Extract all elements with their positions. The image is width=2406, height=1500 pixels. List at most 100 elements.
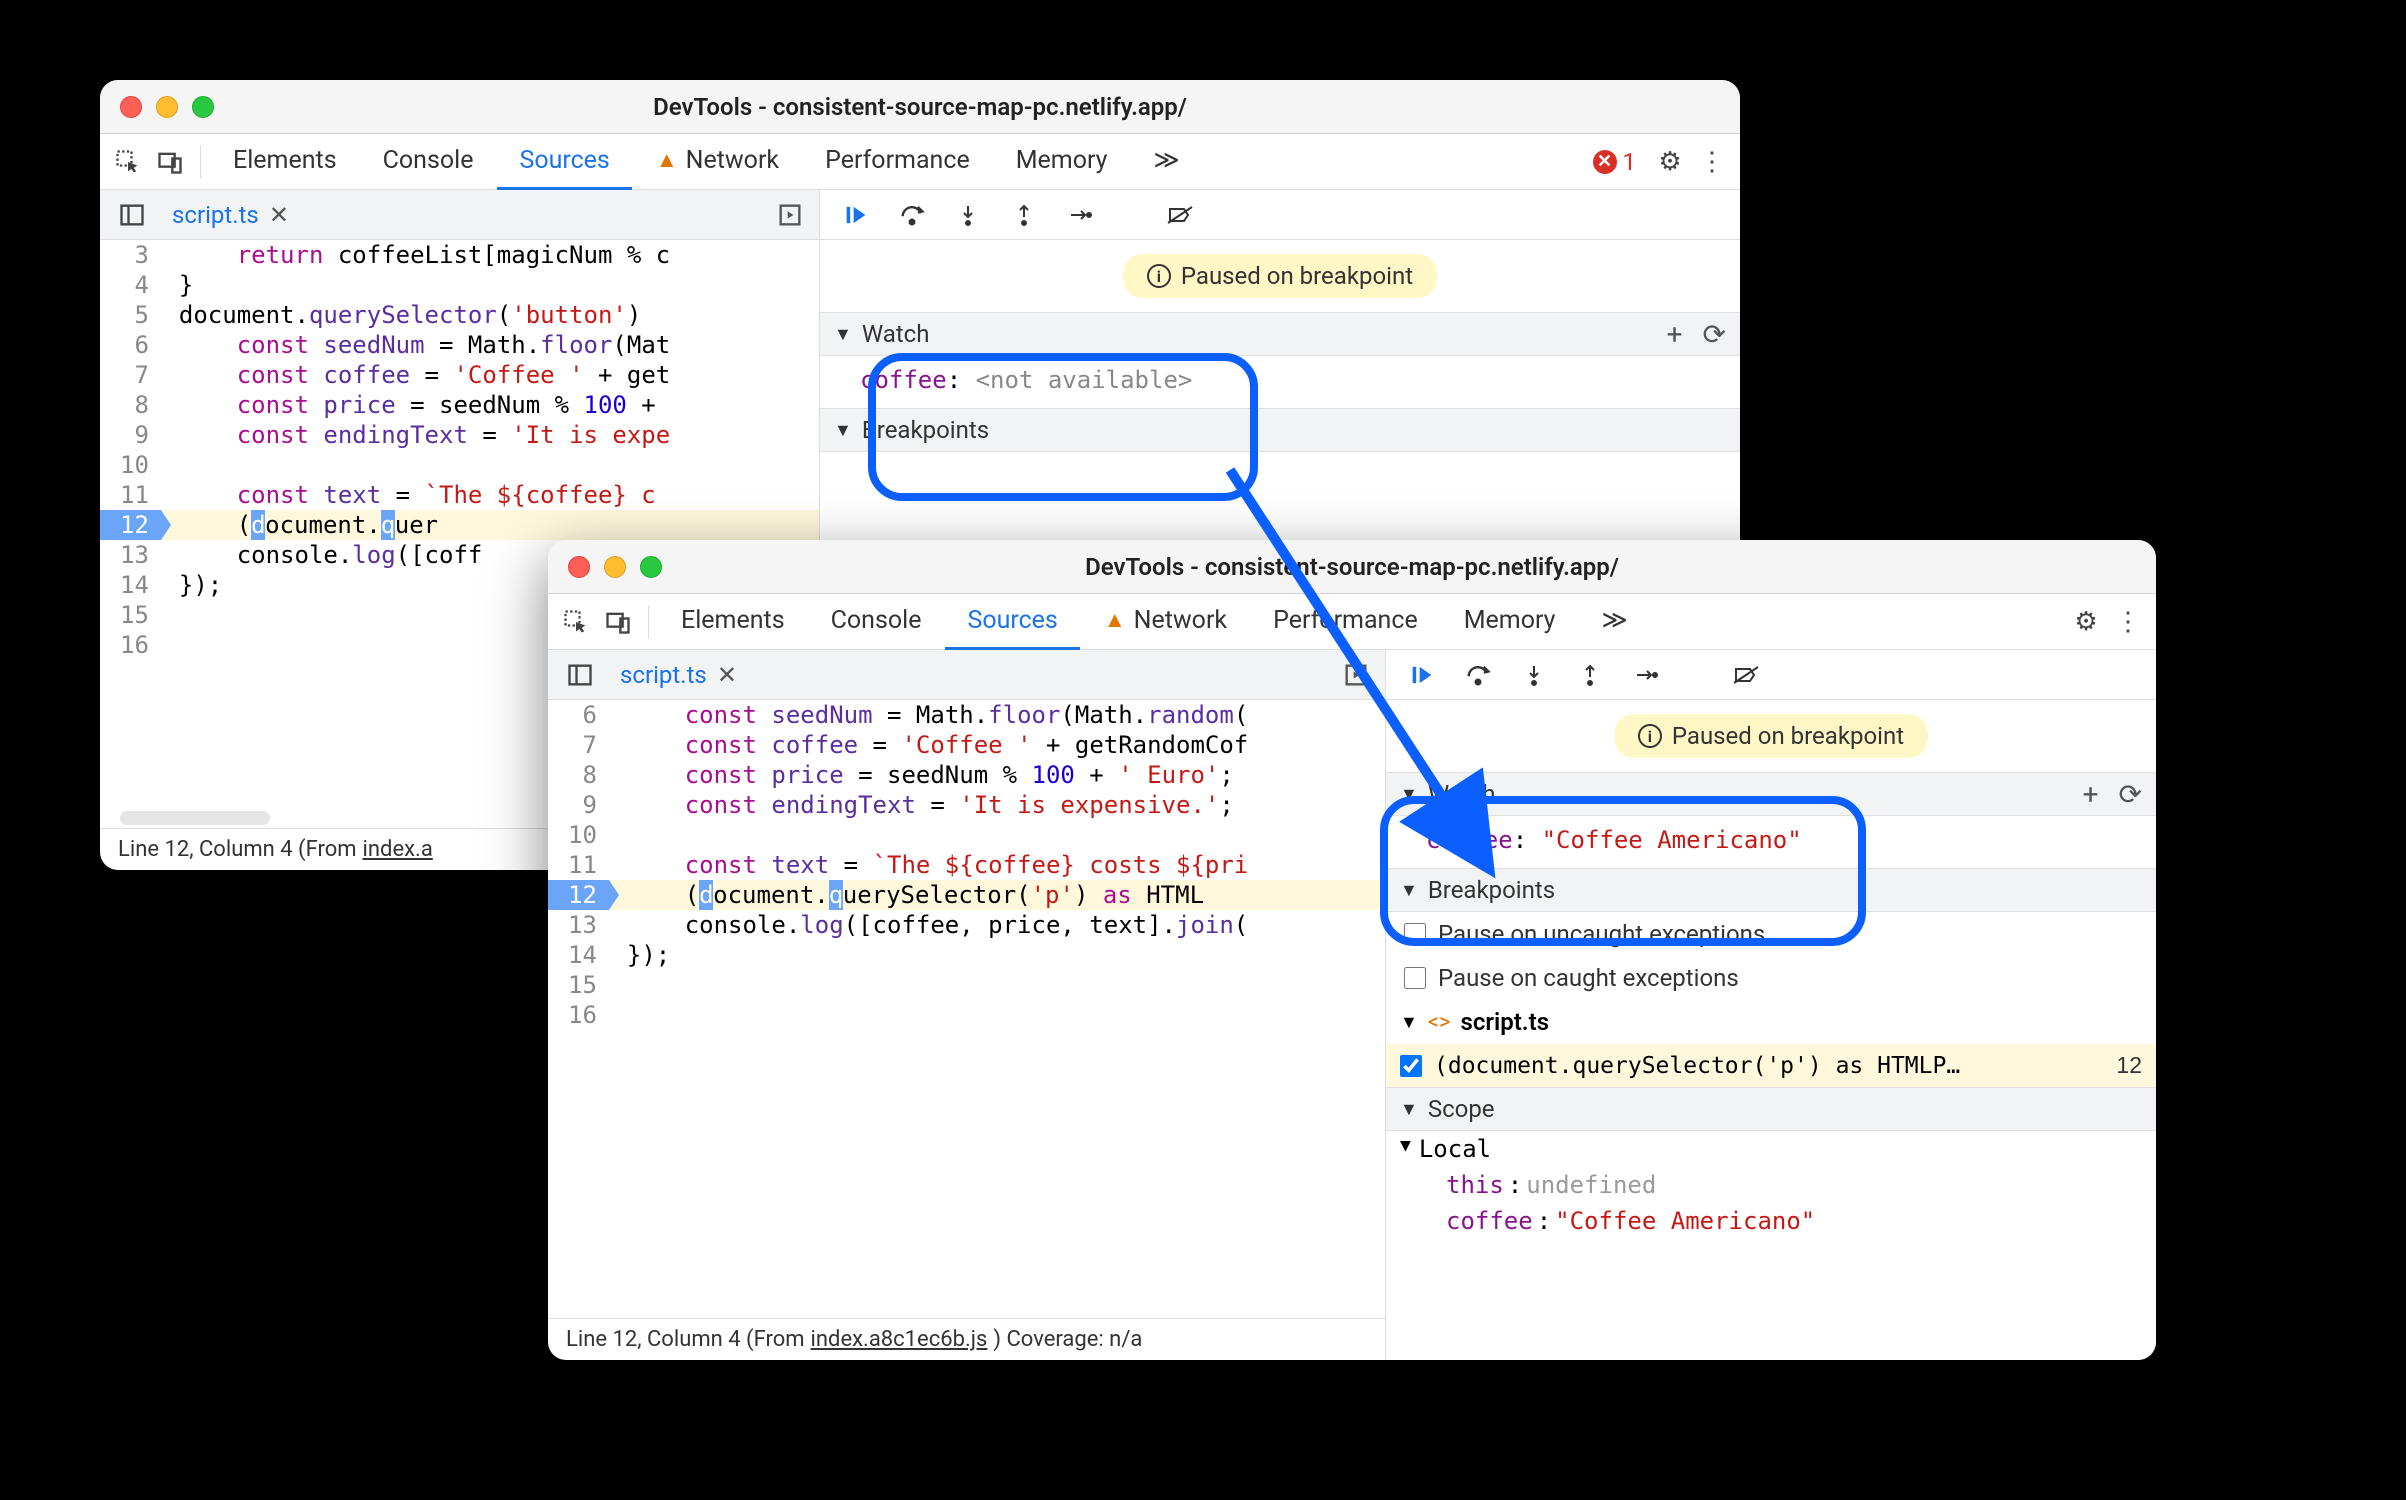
sidebar-toggle-icon[interactable] [560, 655, 600, 695]
device-toggle-icon[interactable] [150, 142, 190, 182]
maximize-window-button[interactable] [192, 96, 214, 118]
horizontal-scrollbar[interactable] [120, 811, 270, 825]
source-map-link[interactable]: index.a8c1ec6b.js [811, 1327, 988, 1352]
tab-sources[interactable]: Sources [945, 594, 1079, 650]
settings-icon[interactable]: ⚙ [2066, 602, 2106, 642]
info-icon: i [1638, 724, 1662, 748]
minimize-window-button[interactable] [604, 556, 626, 578]
step-into-icon[interactable] [952, 199, 984, 231]
step-icon[interactable] [1064, 199, 1096, 231]
add-watch-icon[interactable]: + [1667, 318, 1683, 351]
separator [648, 605, 649, 639]
watch-expression[interactable]: coffee: "Coffee Americano" [1386, 816, 2156, 868]
cursor-position: Line 12, Column 4 (From [118, 837, 357, 862]
file-tab-script[interactable]: script.ts✕ [612, 661, 745, 689]
tab-sources[interactable]: Sources [497, 134, 631, 190]
close-tab-icon[interactable]: ✕ [269, 201, 289, 229]
line-gutter[interactable]: 678910111213141516 [548, 700, 609, 1318]
pause-uncaught-checkbox[interactable]: Pause on uncaught exceptions [1386, 912, 2156, 956]
devtools-window-after: DevTools - consistent-source-map-pc.netl… [548, 540, 2156, 1360]
device-toggle-icon[interactable] [598, 602, 638, 642]
refresh-watch-icon[interactable]: ⟳ [1703, 318, 1726, 351]
debugger-toolbar [1386, 650, 2156, 700]
minimize-window-button[interactable] [156, 96, 178, 118]
chevron-down-icon: ▼ [1400, 1135, 1411, 1163]
tab-performance[interactable]: Performance [1251, 594, 1440, 650]
scope-variable-this[interactable]: this: undefined [1386, 1167, 2156, 1203]
refresh-watch-icon[interactable]: ⟳ [2119, 778, 2142, 811]
line-gutter[interactable]: 345678910111213141516 [100, 240, 161, 808]
titlebar: DevTools - consistent-source-map-pc.netl… [100, 80, 1740, 134]
step-into-icon[interactable] [1518, 659, 1550, 691]
add-watch-icon[interactable]: + [2083, 778, 2099, 811]
inspect-icon[interactable] [556, 602, 596, 642]
cursor-position: Line 12, Column 4 (From [566, 1327, 805, 1352]
chevron-down-icon: ▼ [1400, 880, 1418, 901]
resume-icon[interactable] [1406, 659, 1438, 691]
tab-elements[interactable]: Elements [659, 594, 807, 650]
close-window-button[interactable] [568, 556, 590, 578]
traffic-lights [568, 556, 662, 578]
traffic-lights [120, 96, 214, 118]
code-editor[interactable]: 678910111213141516 const seedNum = Math.… [548, 700, 1385, 1318]
tab-memory[interactable]: Memory [994, 134, 1130, 190]
statusbar: Line 12, Column 4 (From index.a8c1ec6b.j… [548, 1318, 1385, 1360]
pause-caught-checkbox[interactable]: Pause on caught exceptions [1386, 956, 2156, 1000]
breakpoints-section-header[interactable]: ▼Breakpoints [820, 408, 1740, 452]
step-over-icon[interactable] [1462, 659, 1494, 691]
debugger-toolbar [820, 190, 1740, 240]
scope-variable-coffee[interactable]: coffee: "Coffee Americano" [1386, 1203, 2156, 1239]
tab-console[interactable]: Console [361, 134, 496, 190]
deactivate-breakpoints-icon[interactable] [1730, 659, 1762, 691]
settings-icon[interactable]: ⚙ [1650, 142, 1690, 182]
command-menu-icon[interactable] [773, 198, 807, 232]
chevron-down-icon: ▼ [1400, 1099, 1418, 1120]
tab-more[interactable]: ≫ [1132, 134, 1202, 190]
deactivate-breakpoints-icon[interactable] [1164, 199, 1196, 231]
scope-section-header[interactable]: ▼Scope [1386, 1087, 2156, 1131]
paused-banner: iPaused on breakpoint [1123, 254, 1437, 298]
tab-elements[interactable]: Elements [211, 134, 359, 190]
tab-network[interactable]: ▲Network [634, 134, 801, 190]
watch-expression[interactable]: coffee: <not available> [820, 356, 1740, 408]
resume-icon[interactable] [840, 199, 872, 231]
close-window-button[interactable] [120, 96, 142, 118]
maximize-window-button[interactable] [640, 556, 662, 578]
chevron-down-icon: ▼ [1400, 1012, 1418, 1033]
breakpoint-entry[interactable]: (document.querySelector('p') as HTMLP…12 [1386, 1044, 2156, 1087]
sidebar-toggle-icon[interactable] [112, 195, 152, 235]
code-content[interactable]: const seedNum = Math.floor(Math.random( … [609, 700, 1385, 1318]
file-tab-script[interactable]: script.ts✕ [164, 201, 297, 229]
debugger-panel: iPaused on breakpoint ▼Watch+⟳ coffee: "… [1386, 650, 2156, 1360]
tab-console[interactable]: Console [809, 594, 944, 650]
tab-memory[interactable]: Memory [1442, 594, 1578, 650]
file-tabstrip: script.ts✕ [100, 190, 819, 240]
step-out-icon[interactable] [1574, 659, 1606, 691]
tab-performance[interactable]: Performance [803, 134, 992, 190]
watch-section-header[interactable]: ▼Watch+⟳ [820, 312, 1740, 356]
devtools-toolbar: Elements Console Sources ▲Network Perfor… [100, 134, 1740, 190]
breakpoint-file-group[interactable]: ▼<>script.ts [1386, 1000, 2156, 1044]
watch-section-header[interactable]: ▼Watch+⟳ [1386, 772, 2156, 816]
step-over-icon[interactable] [896, 199, 928, 231]
coverage-status: ) Coverage: n/a [993, 1327, 1142, 1352]
more-menu-icon[interactable]: ⋮ [2108, 602, 2148, 642]
close-tab-icon[interactable]: ✕ [717, 661, 737, 689]
error-count-badge[interactable]: ✕1 [1593, 148, 1637, 176]
warning-icon: ▲ [656, 147, 678, 173]
titlebar: DevTools - consistent-source-map-pc.netl… [548, 540, 2156, 594]
step-icon[interactable] [1630, 659, 1662, 691]
separator [200, 145, 201, 179]
command-menu-icon[interactable] [1339, 658, 1373, 692]
more-menu-icon[interactable]: ⋮ [1692, 142, 1732, 182]
step-out-icon[interactable] [1008, 199, 1040, 231]
scope-local[interactable]: ▼Local [1386, 1131, 2156, 1167]
source-map-link[interactable]: index.a [363, 837, 433, 862]
inspect-icon[interactable] [108, 142, 148, 182]
breakpoints-section-header[interactable]: ▼Breakpoints [1386, 868, 2156, 912]
paused-banner: iPaused on breakpoint [1614, 714, 1928, 758]
tab-more[interactable]: ≫ [1580, 594, 1650, 650]
file-type-icon: <> [1428, 1010, 1451, 1035]
info-icon: i [1147, 264, 1171, 288]
tab-network[interactable]: ▲Network [1082, 594, 1249, 650]
